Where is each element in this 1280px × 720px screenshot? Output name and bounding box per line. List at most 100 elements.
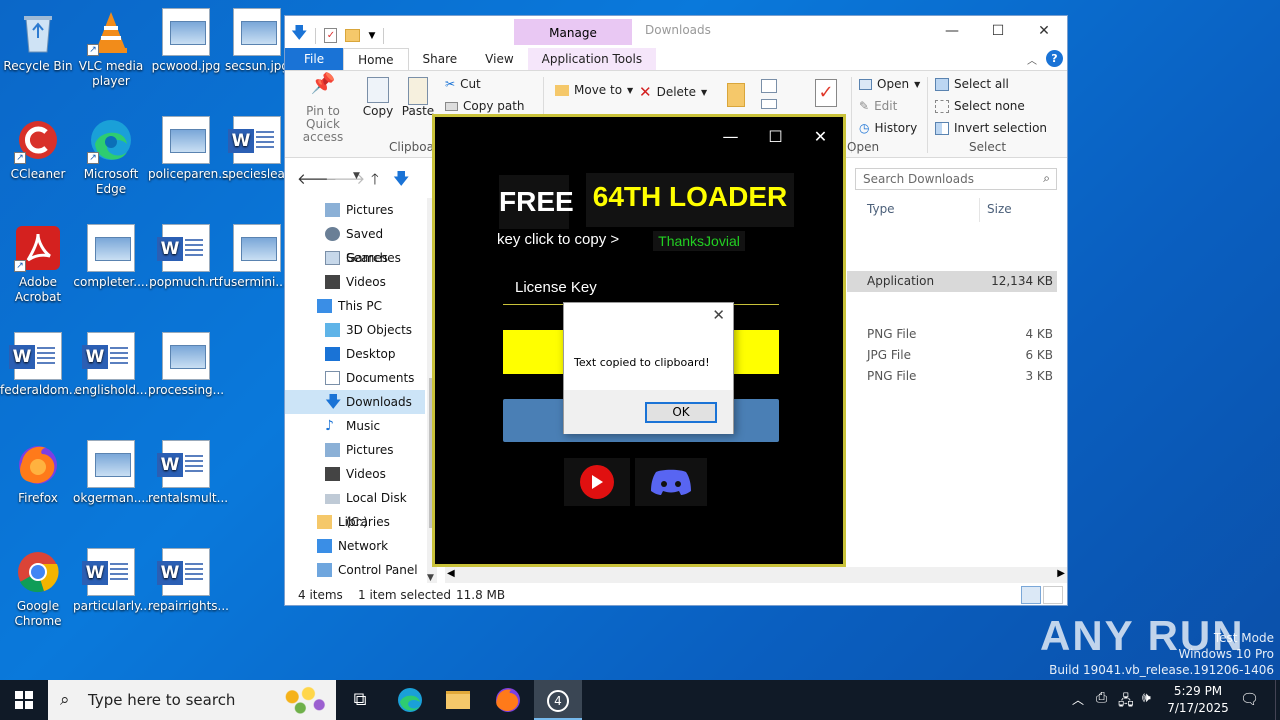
desktop-icon-usermini[interactable]: usermini.... [222, 224, 292, 290]
taskbar-search-input[interactable]: ⌕ Type here to search [48, 680, 336, 720]
dialog-close-icon[interactable]: ✕ [712, 306, 725, 324]
nav-item-this-pc[interactable]: This PC [285, 294, 425, 318]
select-none-button[interactable]: Select none [935, 99, 1025, 113]
start-button[interactable] [0, 680, 48, 720]
nav-item-pictures[interactable]: Pictures [285, 198, 425, 222]
cut-button[interactable]: ✂ Cut [445, 77, 481, 91]
taskbar-edge-button[interactable] [386, 680, 434, 720]
nav-item-desktop[interactable]: Desktop [285, 342, 425, 366]
youtube-button[interactable] [564, 458, 630, 506]
minimize-button[interactable]: — [929, 16, 975, 46]
tab-view[interactable]: View [471, 48, 527, 70]
ribbon-collapse-icon[interactable]: ︿ [1027, 52, 1037, 67]
desktop-icon-vlc[interactable]: ↗ VLC media player [73, 8, 149, 89]
nav-item-network[interactable]: Network [285, 534, 425, 558]
new-folder-icon[interactable] [727, 83, 745, 107]
recent-locations-icon[interactable]: ▼ [353, 171, 360, 181]
desktop-icon-englishold[interactable]: W englishold... [73, 332, 149, 398]
taskbar-explorer-button[interactable] [434, 680, 482, 720]
desktop-icon-rentalsmult[interactable]: W rentalsmult... [148, 440, 228, 506]
key-copy-link[interactable]: key click to copy > [497, 231, 619, 248]
help-icon[interactable]: ? [1046, 50, 1063, 67]
properties-icon[interactable]: ✓ [324, 28, 338, 43]
desktop-icon-completer[interactable]: completer.... [73, 224, 149, 290]
desktop-icon-pcwood[interactable]: pcwood.jpg [148, 8, 224, 74]
copy-path-button[interactable]: Copy path [445, 99, 525, 113]
down-arrow-icon[interactable]: 🡇 [291, 22, 307, 49]
move-to-button[interactable]: Move to ▼ [555, 83, 633, 97]
edit-button[interactable]: ✎ Edit [859, 99, 897, 113]
loader-close-button[interactable]: ✕ [798, 119, 843, 155]
ok-button[interactable]: OK [645, 402, 717, 423]
tab-application-tools[interactable]: Application Tools [527, 48, 657, 70]
column-header-type[interactable]: Type [867, 202, 895, 216]
loader-maximize-button[interactable]: ☐ [753, 119, 798, 155]
large-icons-view-icon[interactable] [1043, 586, 1063, 604]
tab-home[interactable]: Home [343, 48, 409, 70]
table-row[interactable]: PNG File 4 KB [847, 324, 1057, 345]
loader-minimize-button[interactable]: — [708, 119, 753, 155]
maximize-button[interactable]: ☐ [975, 16, 1021, 46]
discord-button[interactable] [635, 458, 707, 506]
desktop-icon-okgerman[interactable]: okgerman.... [73, 440, 149, 506]
desktop-icon-secsun[interactable]: secsun.jpg [222, 8, 292, 74]
paste-button[interactable]: Paste [401, 77, 435, 118]
scroll-left-icon[interactable]: ◀ [447, 568, 455, 579]
desktop-icon-ccleaner[interactable]: ↗ CCleaner [0, 116, 76, 182]
open-button[interactable]: Open ▼ [859, 77, 920, 91]
easy-access-icon[interactable] [761, 99, 777, 109]
new-item-icon[interactable] [761, 79, 777, 93]
select-all-button[interactable]: Select all [935, 77, 1009, 91]
nav-item-local-disk[interactable]: Local Disk (C:) [285, 486, 425, 529]
scroll-right-icon[interactable]: ▶ [1057, 568, 1065, 579]
invert-selection-button[interactable]: Invert selection [935, 121, 1047, 135]
show-desktop-button[interactable] [1275, 680, 1280, 720]
desktop-icon-chrome[interactable]: Google Chrome [0, 548, 76, 629]
desktop-icon-popmuch[interactable]: W popmuch.rtf [148, 224, 224, 290]
table-row[interactable]: PNG File 3 KB [847, 366, 1057, 387]
table-row[interactable]: Application 12,134 KB [847, 271, 1057, 292]
desktop-icon-acrobat[interactable]: ↗ Adobe Acrobat [0, 224, 76, 305]
nav-item-pictures-2[interactable]: Pictures [285, 438, 425, 462]
manage-context-tab[interactable]: Manage [514, 19, 632, 45]
taskbar-loader-button[interactable]: 4 [534, 680, 582, 720]
desktop-icon-edge[interactable]: ↗ Microsoft Edge [73, 116, 149, 197]
history-button[interactable]: ◷ History [859, 121, 917, 135]
nav-item-3d-objects[interactable]: 3D Objects [285, 318, 425, 342]
up-button[interactable]: 🡑 [371, 169, 379, 194]
copy-button[interactable]: Copy [361, 77, 395, 118]
close-button[interactable]: ✕ [1021, 16, 1067, 46]
search-input[interactable]: Search Downloads ⌕ [855, 168, 1057, 190]
new-folder-icon[interactable] [345, 29, 361, 42]
table-row[interactable]: JPG File 6 KB [847, 345, 1057, 366]
license-key-field[interactable]: License Key [503, 277, 779, 305]
network-icon[interactable]: 🖧 [1118, 690, 1134, 714]
tab-file[interactable]: File [285, 48, 344, 70]
column-header-size[interactable]: Size [987, 202, 1012, 216]
details-view-icon[interactable] [1021, 586, 1041, 604]
nav-item-control-panel[interactable]: Control Panel [285, 558, 425, 582]
desktop-icon-specieslea[interactable]: W specieslea... [222, 116, 296, 182]
tab-share[interactable]: Share [409, 48, 472, 70]
nav-item-music[interactable]: ♪ Music [285, 414, 425, 438]
desktop-icon-recycle-bin[interactable]: Recycle Bin [0, 8, 76, 74]
pin-to-quick-access-button[interactable]: 📌 Pin to Quick access [291, 73, 355, 144]
delete-button[interactable]: ✕ Delete ▼ [639, 83, 707, 101]
nav-item-downloads[interactable]: 🡇 Downloads [285, 390, 425, 414]
volume-icon[interactable]: 🕪 [1142, 690, 1151, 706]
customize-qat-icon[interactable]: ▼ [368, 31, 375, 41]
nav-item-videos-2[interactable]: Videos [285, 462, 425, 486]
show-hidden-icons-button[interactable]: ︿ [1072, 691, 1084, 708]
notifications-icon[interactable]: 🗨 [1240, 690, 1259, 708]
desktop-icon-federaldom[interactable]: W federaldom... [0, 332, 80, 398]
desktop-icon-repairrights[interactable]: W repairrights... [148, 548, 229, 614]
thanks-label[interactable]: ThanksJovial [653, 231, 745, 251]
desktop-icon-particularly[interactable]: W particularly... [73, 548, 151, 614]
nav-item-documents[interactable]: Documents [285, 366, 425, 390]
meet-now-icon[interactable]: ⎙ [1096, 690, 1107, 706]
desktop-icon-processing[interactable]: processing... [148, 332, 224, 398]
nav-item-videos[interactable]: Videos [285, 270, 425, 294]
scroll-down-icon[interactable]: ▼ [427, 573, 434, 583]
task-view-button[interactable]: ⧉ [336, 680, 384, 720]
clock[interactable]: 5:29 PM 7/17/2025 [1160, 683, 1236, 717]
